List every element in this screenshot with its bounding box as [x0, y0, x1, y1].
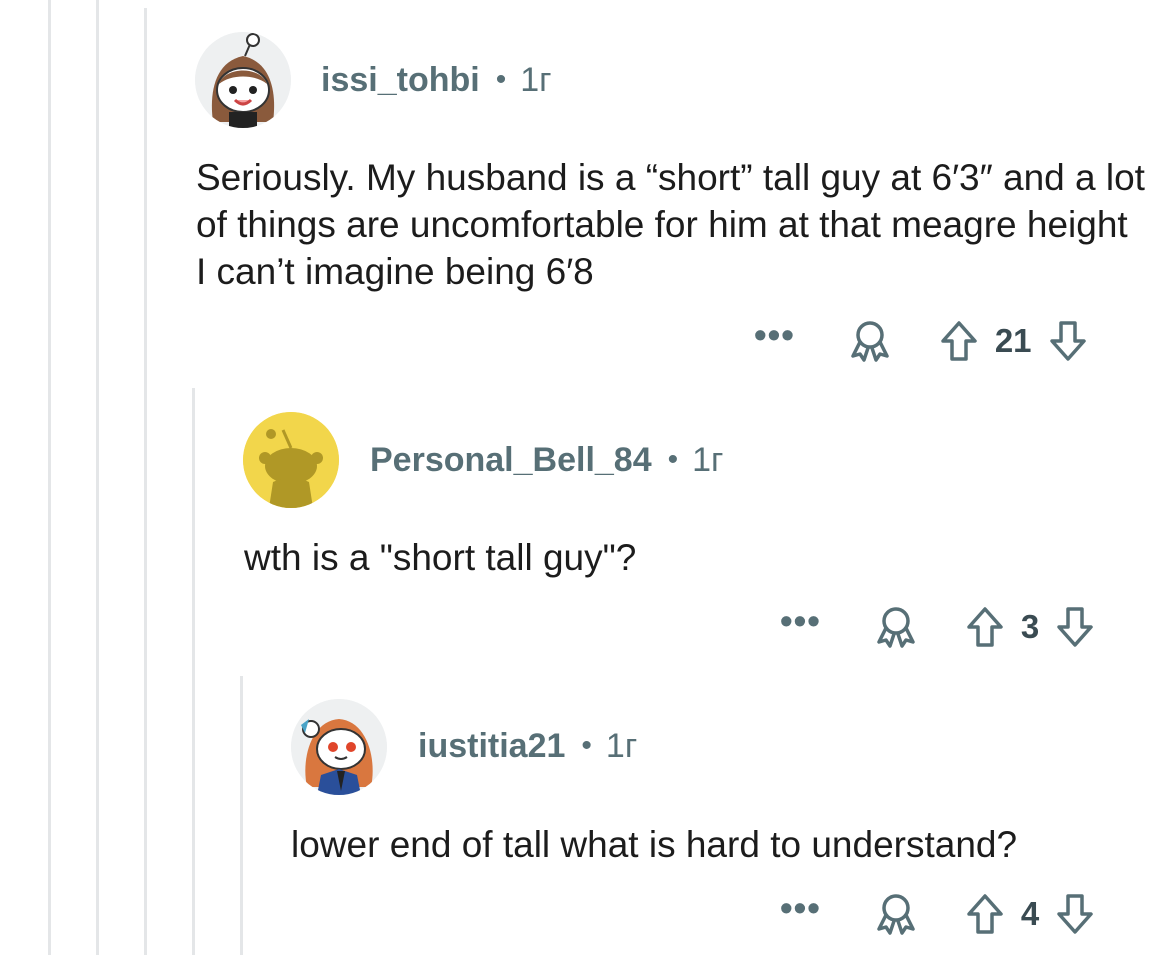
downvote-icon[interactable] — [1048, 319, 1088, 363]
comment-meta: iustitia21 • 1г — [418, 724, 637, 768]
username[interactable]: iustitia21 — [418, 727, 565, 766]
username[interactable]: Personal_Bell_84 — [370, 441, 652, 480]
comment-actions: ••• 3 — [780, 603, 1095, 651]
award-icon[interactable] — [873, 891, 919, 937]
downvote-icon[interactable] — [1055, 892, 1095, 936]
snoo-silhouette-yellow-avatar — [243, 412, 339, 508]
snoo-girl-dark-hair-avatar — [195, 32, 291, 128]
upvote-icon[interactable] — [939, 319, 979, 363]
comment-body: lower end of tall what is hard to unders… — [291, 824, 1018, 865]
vote-count: 4 — [1020, 895, 1040, 932]
comment-meta: Personal_Bell_84 • 1г — [370, 438, 723, 482]
comment-actions: ••• 21 — [754, 317, 1088, 365]
vote-count: 3 — [1020, 608, 1040, 645]
separator-dot: • — [667, 443, 679, 476]
award-icon[interactable] — [873, 604, 919, 650]
thread-line-5[interactable] — [240, 676, 243, 955]
thread-line-4[interactable] — [192, 388, 195, 955]
user-avatar[interactable] — [243, 412, 339, 508]
more-options-button[interactable]: ••• — [780, 603, 821, 639]
downvote-icon[interactable] — [1055, 605, 1095, 649]
comment-age: 1г — [520, 60, 552, 99]
more-options-button[interactable]: ••• — [754, 317, 795, 353]
comment-meta: issi_tohbi • 1г — [321, 58, 552, 102]
username[interactable]: issi_tohbi — [321, 61, 480, 100]
thread-line-2[interactable] — [96, 0, 99, 955]
award-icon[interactable] — [847, 318, 893, 364]
comment-age: 1г — [605, 726, 638, 765]
snoo-girl-red-hair-avatar — [291, 699, 387, 795]
thread-line-3[interactable] — [144, 8, 147, 955]
vote-count: 21 — [994, 322, 1032, 359]
user-avatar[interactable] — [195, 32, 291, 128]
comment-body: wth is a "short tall guy"? — [244, 537, 637, 578]
comment-body: Seriously. My husband is a “short” tall … — [196, 157, 1145, 292]
more-options-button[interactable]: ••• — [780, 890, 821, 926]
user-avatar[interactable] — [291, 699, 387, 795]
separator-dot: • — [495, 63, 507, 96]
thread-line-1[interactable] — [48, 0, 51, 955]
upvote-icon[interactable] — [965, 605, 1005, 649]
upvote-icon[interactable] — [965, 892, 1005, 936]
separator-dot: • — [581, 729, 592, 762]
comment-actions: ••• 4 — [780, 890, 1095, 938]
comment-age: 1г — [692, 440, 724, 479]
